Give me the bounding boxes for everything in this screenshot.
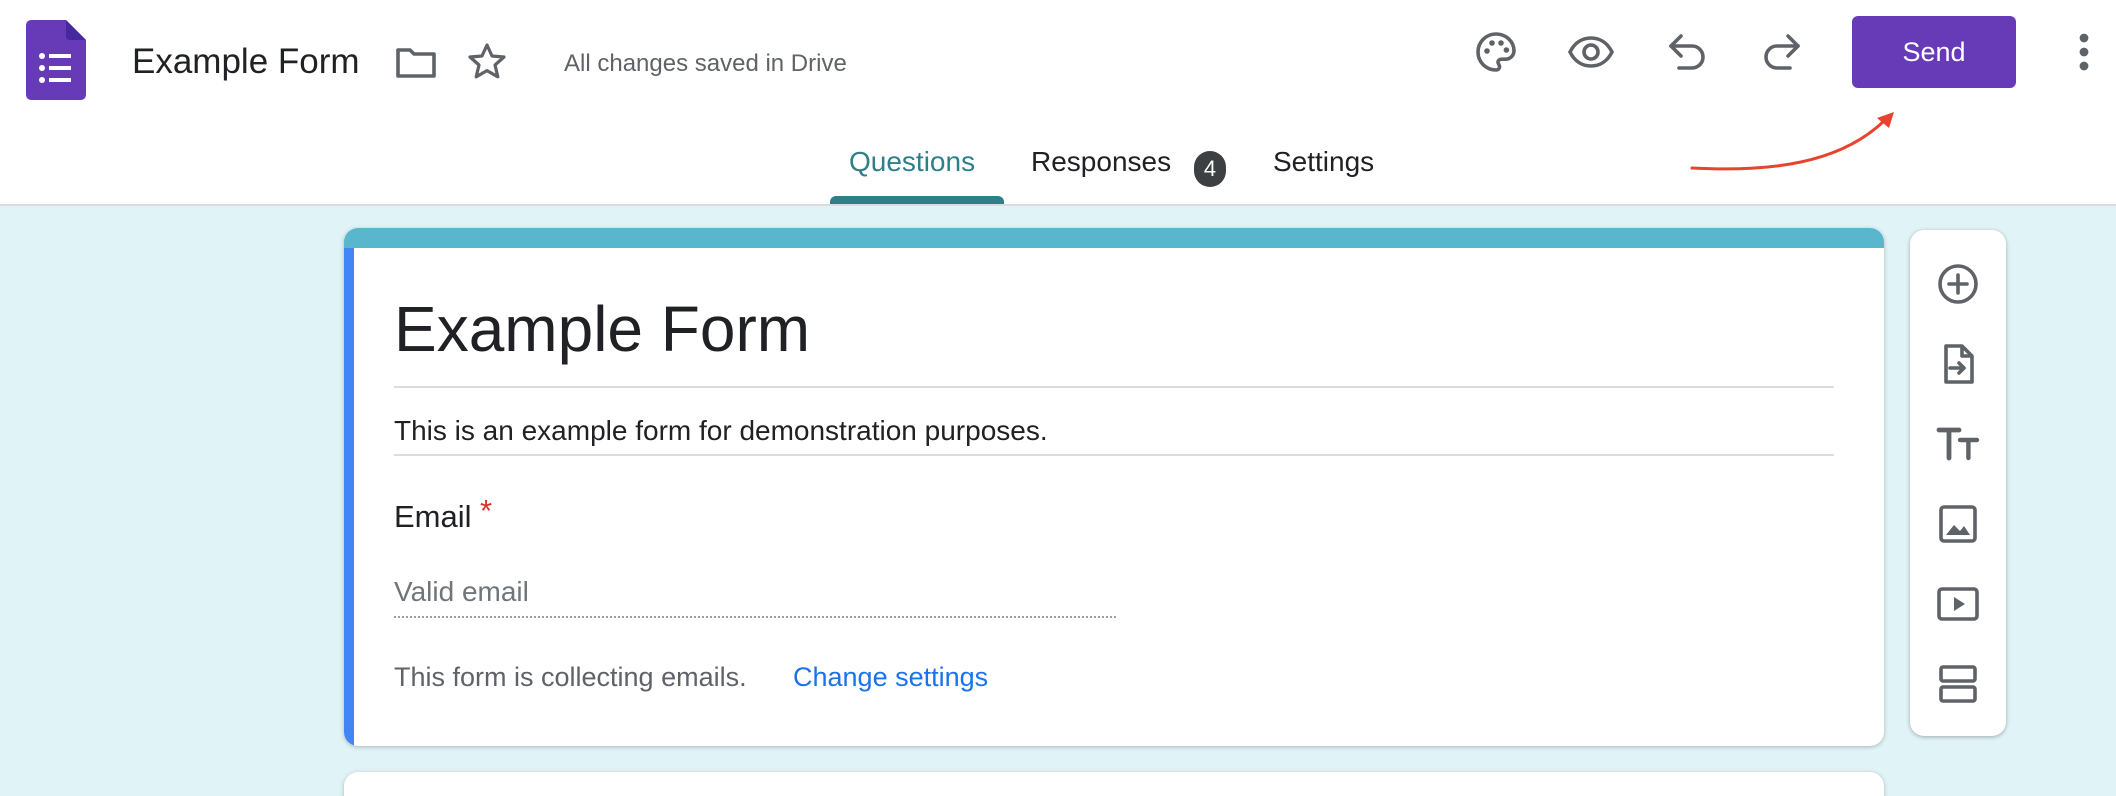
save-status: All changes saved in Drive [564,50,847,77]
tab-responses[interactable]: Responses [1031,146,1171,178]
email-input[interactable] [394,568,1116,618]
more-vert-icon[interactable] [2068,28,2100,76]
card-focus-bar [344,248,354,746]
add-video-icon[interactable] [1934,580,1982,628]
star-icon[interactable] [463,38,511,86]
send-button[interactable]: Send [1852,16,2016,88]
document-title[interactable]: Example Form [132,40,360,84]
add-image-icon[interactable] [1934,500,1982,548]
floating-toolbar [1910,230,2006,736]
required-asterisk: * [480,493,493,528]
undo-icon[interactable] [1663,28,1711,76]
tab-settings[interactable]: Settings [1273,146,1374,178]
import-questions-icon[interactable] [1934,340,1982,388]
eye-icon[interactable] [1567,28,1615,76]
palette-icon[interactable] [1472,28,1520,76]
folder-icon[interactable] [392,38,440,86]
change-settings-link[interactable]: Change settings [793,660,988,694]
responses-count-badge: 4 [1194,151,1226,187]
add-question-icon[interactable] [1934,260,1982,308]
add-title-icon[interactable] [1934,420,1982,468]
title-divider [394,386,1834,388]
form-header-card[interactable]: Example Form This is an example form for… [344,228,1884,746]
form-description[interactable]: This is an example form for demonstratio… [394,414,1048,448]
collecting-emails-note: This form is collecting emails. [394,662,747,692]
redo-icon[interactable] [1758,28,1806,76]
description-divider [394,454,1834,456]
add-section-icon[interactable] [1934,660,1982,708]
tab-questions[interactable]: Questions [849,146,975,178]
next-question-card[interactable] [344,772,1884,796]
card-accent-bar [344,228,1884,248]
annotation-arrow-icon [1690,112,1894,171]
active-tab-indicator [830,196,1004,204]
forms-logo-icon[interactable] [26,20,86,100]
form-title[interactable]: Example Form [394,290,810,368]
top-header: Example Form All changes saved in Drive … [0,0,2116,206]
email-label: Email [394,499,472,534]
